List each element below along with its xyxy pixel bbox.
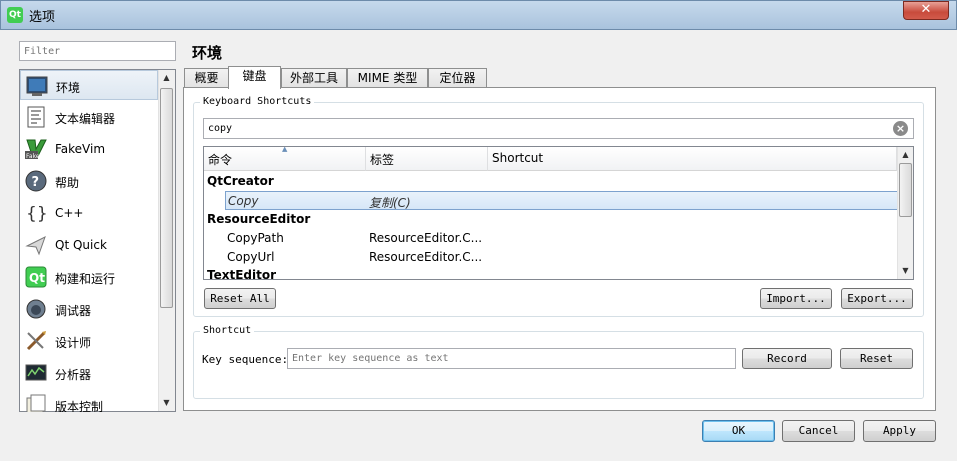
nav-item-label: 分析器 xyxy=(55,368,92,382)
key-sequence-label: Key sequence: xyxy=(202,353,289,366)
scroll-down-arrow-icon[interactable]: ▼ xyxy=(159,395,174,411)
clear-search-icon[interactable]: × xyxy=(893,121,908,136)
build-run-icon: Qt xyxy=(25,266,47,288)
svg-text:?: ? xyxy=(32,175,40,190)
tree-category-row[interactable]: ResourceEditor xyxy=(204,210,897,229)
tab-external-tools[interactable]: 外部工具 xyxy=(281,68,347,88)
ok-button[interactable]: OK xyxy=(702,420,775,442)
tree-category-row[interactable]: TextEditor xyxy=(204,266,897,279)
nav-item-debugger[interactable]: 调试器 xyxy=(20,294,158,324)
apply-button[interactable]: Apply xyxy=(863,420,936,442)
help-icon: ? xyxy=(25,170,47,192)
title-bar xyxy=(0,0,957,30)
keyboard-shortcuts-group-title: Keyboard Shortcuts xyxy=(200,96,315,107)
scroll-up-arrow-icon[interactable]: ▲ xyxy=(159,70,174,86)
nav-item-text-editor[interactable]: 文本编辑器 xyxy=(20,102,158,132)
nav-item-label: 构建和运行 xyxy=(55,272,116,286)
shortcut-search-input[interactable] xyxy=(203,118,914,139)
qt-app-icon: Qt xyxy=(7,7,23,23)
category-list: 环境 文本编辑器 Fake FakeVim ? 帮助 {} C++ Qt Qui… xyxy=(19,69,176,412)
debugger-icon xyxy=(26,299,46,319)
tree-category-row[interactable]: QtCreator xyxy=(204,172,897,191)
tab-mime-types[interactable]: MIME 类型 xyxy=(347,68,428,88)
record-button[interactable]: Record xyxy=(742,348,832,369)
nav-item-analyzer[interactable]: 分析器 xyxy=(20,358,158,388)
reset-all-button[interactable]: Reset All xyxy=(204,288,276,309)
tree-item-row[interactable]: Copy 复制(C) xyxy=(225,191,899,210)
nav-item-environment[interactable]: 环境 xyxy=(20,70,158,100)
column-header-command[interactable]: 命令 ▲ xyxy=(204,147,366,171)
shortcuts-tree: 命令 ▲ 标签 Shortcut QtCreator Copy 复制(C) Re… xyxy=(203,146,914,280)
column-header-label[interactable]: 标签 xyxy=(366,147,488,171)
scroll-down-arrow-icon[interactable]: ▼ xyxy=(898,263,913,279)
tab-locator[interactable]: 定位器 xyxy=(428,68,487,88)
nav-item-label: Qt Quick xyxy=(55,238,107,252)
monitor-icon xyxy=(26,76,48,96)
nav-item-label: 文本编辑器 xyxy=(55,112,116,126)
svg-text:{}: {} xyxy=(26,204,47,224)
tab-keyboard[interactable]: 键盘 xyxy=(228,66,281,89)
shortcut-group-title: Shortcut xyxy=(200,325,255,336)
category-list-scrollbar[interactable]: ▲ ▼ xyxy=(158,70,175,411)
filter-input[interactable] xyxy=(19,41,176,61)
nav-item-label: FakeVim xyxy=(55,142,106,156)
sort-ascending-icon: ▲ xyxy=(282,146,288,153)
window-title: 选项 xyxy=(29,10,56,25)
qtquick-icon xyxy=(25,235,46,256)
nav-item-fakevim[interactable]: Fake FakeVim xyxy=(20,134,158,164)
tree-item-row[interactable]: CopyUrl ResourceEditor.C... xyxy=(204,248,897,267)
braces-icon: {} xyxy=(26,204,47,224)
shortcuts-tree-scrollbar[interactable]: ▲ ▼ xyxy=(897,147,913,279)
nav-item-designer[interactable]: 设计师 xyxy=(20,326,158,356)
svg-text:Qt: Qt xyxy=(29,271,45,285)
nav-item-cpp[interactable]: {} C++ xyxy=(20,198,158,228)
nav-item-build-run[interactable]: Qt 构建和运行 xyxy=(20,262,158,292)
nav-item-label: 环境 xyxy=(56,81,81,95)
analyzer-icon xyxy=(25,364,47,381)
export-button[interactable]: Export... xyxy=(841,288,913,309)
nav-item-label: 帮助 xyxy=(55,176,80,190)
scrollbar-thumb[interactable] xyxy=(899,163,912,217)
nav-item-label: 版本控制 xyxy=(55,400,104,412)
close-button[interactable]: ✕ xyxy=(903,1,949,20)
text-editor-icon xyxy=(27,106,45,128)
cancel-button[interactable]: Cancel xyxy=(782,420,855,442)
nav-item-label: 设计师 xyxy=(55,336,92,350)
tree-item-row[interactable]: CopyPath ResourceEditor.C... xyxy=(204,229,897,248)
svg-text:Fake: Fake xyxy=(26,153,40,160)
tab-general[interactable]: 概要 xyxy=(184,68,229,88)
scroll-up-arrow-icon[interactable]: ▲ xyxy=(898,147,913,163)
nav-item-qt-quick[interactable]: Qt Quick xyxy=(20,230,158,260)
column-header-shortcut[interactable]: Shortcut xyxy=(488,147,897,171)
page-title: 环境 xyxy=(192,44,223,62)
designer-icon xyxy=(26,331,46,351)
import-button[interactable]: Import... xyxy=(760,288,832,309)
fakevim-icon: Fake xyxy=(25,139,47,160)
scrollbar-thumb[interactable] xyxy=(160,88,173,308)
close-icon: ✕ xyxy=(920,2,932,17)
nav-item-label: C++ xyxy=(55,206,84,220)
version-control-icon xyxy=(26,394,46,412)
key-sequence-input[interactable] xyxy=(287,348,736,369)
reset-button[interactable]: Reset xyxy=(840,348,913,369)
nav-item-version-control[interactable]: 版本控制 xyxy=(20,390,158,412)
nav-item-label: 调试器 xyxy=(55,304,92,318)
nav-item-help[interactable]: ? 帮助 xyxy=(20,166,158,196)
